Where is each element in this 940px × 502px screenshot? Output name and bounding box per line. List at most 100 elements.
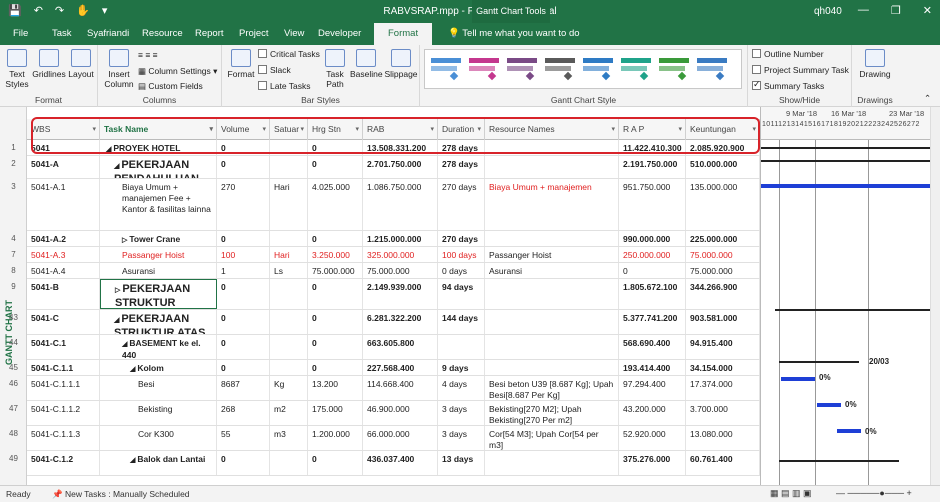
row-number[interactable]: 8	[0, 266, 27, 275]
cell-wbs[interactable]: 5041-C	[27, 310, 100, 334]
alignment-buttons[interactable]: ≡ ≡ ≡	[138, 50, 158, 60]
cell-hrg[interactable]: 4.025.000	[308, 179, 363, 230]
cell-hrg[interactable]: 0	[308, 140, 363, 155]
cell-dur[interactable]: 13 days	[438, 451, 485, 475]
table-row[interactable]: 5041-A.3 Passanger Hoist 100 Hari 3.250.000 3…	[27, 247, 760, 263]
filter-dropdown-icon[interactable]: ▾	[355, 119, 359, 140]
gantt-style-swatch[interactable]	[581, 56, 615, 81]
cell-sat[interactable]: m2	[270, 401, 308, 425]
cell-task[interactable]: ◢ PEKERJAAN STRUKTUR ATAS	[100, 310, 217, 334]
gantt-style-swatch[interactable]	[543, 56, 577, 81]
task-bar[interactable]	[817, 403, 841, 407]
tab-resource[interactable]: Resource	[142, 23, 183, 45]
cell-rab[interactable]: 2.701.750.000	[363, 156, 438, 178]
cell-dur[interactable]: 144 days	[438, 310, 485, 334]
cell-wbs[interactable]: 5041-C.1.1.2	[27, 401, 100, 425]
row-number[interactable]: 49	[0, 454, 27, 463]
close-icon[interactable]: ✕	[923, 4, 932, 17]
cell-vol[interactable]: 0	[217, 310, 270, 334]
gantt-style-swatch[interactable]	[619, 56, 653, 81]
tab-format[interactable]: Format	[374, 23, 433, 45]
cell-rab[interactable]: 227.568.400	[363, 360, 438, 375]
column-header-res[interactable]: Resource Names ▾	[485, 119, 619, 140]
cell-wbs[interactable]: 5041-A.2	[27, 231, 100, 246]
column-header-rab[interactable]: RAB ▾	[363, 119, 438, 140]
cell-wbs[interactable]: 5041	[27, 140, 100, 155]
cell-res[interactable]: Besi beton U39 [8.687 Kg]; Upah Besi[8.6…	[485, 376, 619, 400]
row-number[interactable]: 44	[0, 338, 27, 347]
cell-dur[interactable]: 3 days	[438, 401, 485, 425]
baseline-button[interactable]: Baseline	[350, 49, 383, 79]
cell-res[interactable]	[485, 360, 619, 375]
bar-format-button[interactable]: Format	[226, 49, 256, 79]
row-number[interactable]: 9	[0, 282, 27, 291]
task-path-button[interactable]: Task Path	[322, 49, 348, 89]
cell-vol[interactable]: 100	[217, 247, 270, 262]
table-row[interactable]: 5041-C.1.1 ◢ Kolom 0 0 227.568.400 9 days 193.…	[27, 360, 760, 376]
cell-keu[interactable]: 3.700.000	[686, 401, 760, 425]
cell-keu[interactable]: 135.000.000	[686, 179, 760, 230]
critical-tasks-checkbox[interactable]: Critical Tasks	[258, 49, 320, 59]
row-number[interactable]: 2	[0, 159, 27, 168]
cell-keu[interactable]: 2.085.920.900	[686, 140, 760, 155]
cell-dur[interactable]: 100 days	[438, 247, 485, 262]
column-header-dur[interactable]: Duration ▾	[438, 119, 485, 140]
gantt-style-swatch[interactable]	[467, 56, 501, 81]
summary-bar[interactable]	[761, 147, 930, 149]
filter-dropdown-icon[interactable]: ▾	[611, 119, 615, 140]
cell-sat[interactable]: Kg	[270, 376, 308, 400]
cell-vol[interactable]: 270	[217, 179, 270, 230]
cell-task[interactable]: Cor K300	[100, 426, 217, 450]
cell-task[interactable]: ◢ BASEMENT ke el. 440	[100, 335, 217, 359]
cell-vol[interactable]: 0	[217, 335, 270, 359]
cell-dur[interactable]: 94 days	[438, 279, 485, 309]
filter-dropdown-icon[interactable]: ▾	[300, 119, 304, 140]
cell-res[interactable]: Biaya Umum + manajemen	[485, 179, 619, 230]
cell-wbs[interactable]: 5041-B	[27, 279, 100, 309]
cell-vol[interactable]: 8687	[217, 376, 270, 400]
cell-dur[interactable]: 270 days	[438, 179, 485, 230]
slippage-button[interactable]: Slippage	[384, 49, 418, 79]
cell-task[interactable]: Passanger Hoist	[100, 247, 217, 262]
cell-rab[interactable]: 325.000.000	[363, 247, 438, 262]
cell-sat[interactable]	[270, 310, 308, 334]
filter-dropdown-icon[interactable]: ▾	[752, 119, 756, 140]
cell-vol[interactable]: 0	[217, 140, 270, 155]
cell-wbs[interactable]: 5041-A.3	[27, 247, 100, 262]
cell-sat[interactable]: Hari	[270, 179, 308, 230]
custom-fields-button[interactable]: ▤ Custom Fields	[138, 81, 203, 92]
project-summary-task-checkbox[interactable]: Project Summary Task	[752, 65, 849, 75]
cell-dur[interactable]: 270 days	[438, 231, 485, 246]
drawing-button[interactable]: Drawing	[856, 49, 894, 79]
collapse-ribbon-icon[interactable]: ⌃	[924, 93, 931, 104]
cell-task[interactable]: Biaya Umum + manajemen Fee + Kantor & fa…	[100, 179, 217, 230]
row-number[interactable]: 48	[0, 429, 27, 438]
task-bar[interactable]	[781, 377, 815, 381]
cell-task[interactable]: ◢ Kolom	[100, 360, 217, 375]
cell-rab[interactable]: 13.508.331.200	[363, 140, 438, 155]
cell-keu[interactable]: 13.080.000	[686, 426, 760, 450]
cell-task[interactable]: Asuransi	[100, 263, 217, 278]
task-bar[interactable]	[761, 184, 930, 188]
cell-hrg[interactable]: 0	[308, 310, 363, 334]
user-name[interactable]: qh040	[814, 6, 842, 17]
cell-res[interactable]: Passanger Hoist	[485, 247, 619, 262]
row-number[interactable]: 46	[0, 379, 27, 388]
cell-hrg[interactable]: 75.000.000	[308, 263, 363, 278]
cell-rab[interactable]: 75.000.000	[363, 263, 438, 278]
cell-wbs[interactable]: 5041-A.4	[27, 263, 100, 278]
cell-vol[interactable]: 1	[217, 263, 270, 278]
cell-vol[interactable]: 268	[217, 401, 270, 425]
cell-rab[interactable]: 1.086.750.000	[363, 179, 438, 230]
cell-task[interactable]: ◢ Balok dan Lantai	[100, 451, 217, 475]
table-row[interactable]: 5041-A.4 Asuransi 1 Ls 75.000.000 75.000.000 0…	[27, 263, 760, 279]
gantt-style-swatch[interactable]	[657, 56, 691, 81]
cell-rap[interactable]: 52.920.000	[619, 426, 686, 450]
cell-vol[interactable]: 0	[217, 279, 270, 309]
cell-res[interactable]	[485, 310, 619, 334]
cell-task[interactable]: ▷ Tower Crane	[100, 231, 217, 246]
cell-sat[interactable]	[270, 156, 308, 178]
row-number[interactable]: 7	[0, 250, 27, 259]
cell-res[interactable]: Asuransi	[485, 263, 619, 278]
summary-tasks-check[interactable]	[752, 79, 761, 90]
